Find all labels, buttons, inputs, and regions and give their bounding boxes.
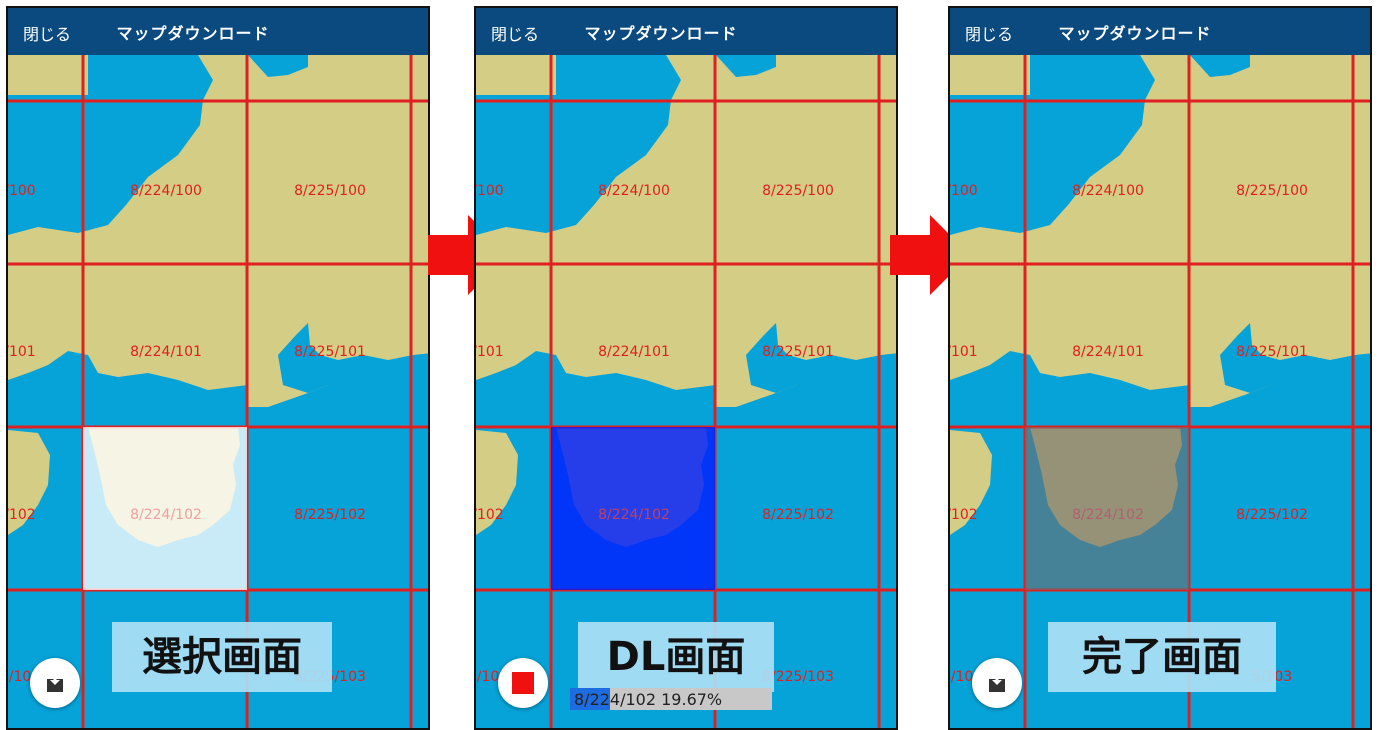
screen-complete: 閉じる マップダウンロード /100 8/224/100 8/225/100 /… xyxy=(948,6,1372,730)
tile-label: /100 xyxy=(6,183,36,199)
tile-label: /101 xyxy=(474,344,504,360)
download-progress: 8/224/102 19.67% xyxy=(570,688,772,710)
tile-label: /10 xyxy=(8,669,32,685)
tile-label: 8/225/102 xyxy=(1236,507,1308,523)
page-title: マップダウンロード xyxy=(584,24,738,43)
download-button[interactable] xyxy=(30,658,80,708)
screen-select: 閉じる マップダウンロード /100 8/224/100 8/225/100 /… xyxy=(6,6,430,730)
tile-label: 8/225/101 xyxy=(294,344,366,360)
tile-label: 8/224/101 xyxy=(1072,344,1144,360)
tile-label: 8/225/101 xyxy=(1236,344,1308,360)
screen-caption: 選択画面 xyxy=(112,622,332,692)
tile-label: /101 xyxy=(948,344,978,360)
header-bar: 閉じる マップダウンロード xyxy=(476,8,896,55)
screen-download: 閉じる マップダウンロード /100 8/224/100 8/225/100 /… xyxy=(474,6,898,730)
tile-label: 8/224/102 xyxy=(598,507,670,523)
tile-label: 8/225/100 xyxy=(294,183,366,199)
tile-label: /100 xyxy=(474,183,504,199)
tile-label: 8/225/100 xyxy=(1236,183,1308,199)
tile-label: 8/224/100 xyxy=(1072,183,1144,199)
tile-label: 8/225/101 xyxy=(762,344,834,360)
page-title: マップダウンロード xyxy=(1058,24,1212,43)
header-bar: 閉じる マップダウンロード xyxy=(8,8,428,55)
tile-label: 8/224/100 xyxy=(598,183,670,199)
tile-label: 8/224/100 xyxy=(130,183,202,199)
tile-label: 8/225/102 xyxy=(294,507,366,523)
download-icon xyxy=(989,674,1005,692)
tile-label: /10 xyxy=(950,669,974,685)
tile-label: /102 xyxy=(948,507,978,523)
screen-caption: 完了画面 xyxy=(1048,622,1276,692)
screen-caption: DL画面 xyxy=(578,622,774,692)
tile-label: /102 xyxy=(6,507,36,523)
download-icon xyxy=(47,674,63,692)
stop-icon xyxy=(512,672,534,694)
tile-label: /102 xyxy=(474,507,504,523)
tile-label: /10 xyxy=(476,669,500,685)
tile-label: 8/224/101 xyxy=(130,344,202,360)
progress-text: 8/224/102 19.67% xyxy=(574,690,723,709)
download-button[interactable] xyxy=(972,658,1022,708)
tile-label: 8/224/101 xyxy=(598,344,670,360)
tile-label: /100 xyxy=(948,183,978,199)
tile-label: 8/225/100 xyxy=(762,183,834,199)
page-title: マップダウンロード xyxy=(116,24,270,43)
stop-button[interactable] xyxy=(498,658,548,708)
header-bar: 閉じる マップダウンロード xyxy=(950,8,1370,55)
tile-label: /101 xyxy=(6,344,36,360)
tile-label: 8/224/102 xyxy=(1072,507,1144,523)
tile-label: 8/225/102 xyxy=(762,507,834,523)
tile-label: 8/224/102 xyxy=(130,507,202,523)
